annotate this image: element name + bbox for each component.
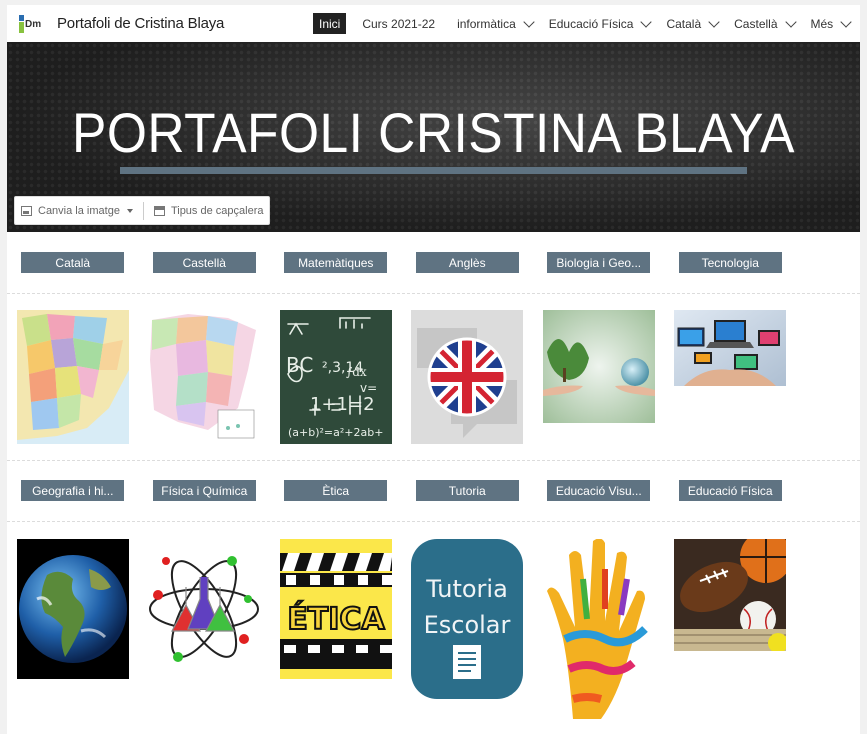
svg-text:1+1=2: 1+1=2 xyxy=(310,394,375,415)
subject-button-angles[interactable]: Anglès xyxy=(415,252,519,273)
ethics-clapperboard-image[interactable]: ÉTICA xyxy=(279,539,392,679)
chemistry-flasks-image[interactable] xyxy=(148,539,261,679)
sports-balls-image[interactable] xyxy=(674,539,787,651)
math-chalkboard-image[interactable]: BC ²,3,14 ∫dx 1+1=2 (a+b)²=a²+2ab+ v= xyxy=(279,310,392,444)
subject-button-etica[interactable]: Ètica xyxy=(284,480,388,501)
painted-hand-image[interactable] xyxy=(542,539,655,721)
nav-item-mes[interactable]: Més xyxy=(811,13,852,34)
page-frame: Dm Portafoli de Cristina Blaya Inici Cur… xyxy=(7,5,860,734)
header-type-button[interactable]: Tipus de capçalera xyxy=(153,205,263,217)
subject-button-castella[interactable]: Castellà xyxy=(152,252,256,273)
nav-item-inici[interactable]: Inici xyxy=(313,13,347,34)
biology-hands-image[interactable] xyxy=(542,310,655,423)
svg-text:∫dx: ∫dx xyxy=(346,365,367,379)
site-logo-icon[interactable]: Dm xyxy=(17,13,45,35)
nav-item-curs[interactable]: Curs 2021-22 xyxy=(362,13,435,34)
svg-text:BC: BC xyxy=(286,353,313,377)
nav-item-catala[interactable]: Català xyxy=(666,13,720,34)
section-divider xyxy=(7,521,860,522)
subject-button-matematiques[interactable]: Matemàtiques xyxy=(284,252,388,273)
nav-item-informatica[interactable]: informàtica xyxy=(457,13,535,34)
toolbar-divider xyxy=(142,201,144,220)
main-menu: Inici Curs 2021-22 informàtica Educació … xyxy=(313,13,852,34)
section-divider xyxy=(7,293,860,294)
tutoria-escolar-image[interactable]: Tutoria Escolar xyxy=(411,539,524,699)
site-title[interactable]: Portafoli de Cristina Blaya xyxy=(57,15,224,32)
subject-button-educacio-fisica[interactable]: Educació Física xyxy=(678,480,782,501)
subject-button-educacio-visual[interactable]: Educació Visu... xyxy=(547,480,651,501)
english-flag-image[interactable] xyxy=(411,310,524,444)
chevron-down-icon[interactable] xyxy=(840,16,852,28)
subject-images-row-2: ÉTICA Tutoria Escolar xyxy=(7,539,860,721)
change-image-button[interactable]: Canvia la imatge xyxy=(21,205,133,217)
technology-devices-image[interactable] xyxy=(674,310,787,386)
chevron-down-icon[interactable] xyxy=(523,16,535,28)
section-divider xyxy=(7,460,860,461)
subject-button-tutoria[interactable]: Tutoria xyxy=(415,480,519,501)
subject-button-biologia[interactable]: Biologia i Geo... xyxy=(547,252,651,273)
subject-images-row-1: BC ²,3,14 ∫dx 1+1=2 (a+b)²=a²+2ab+ v= xyxy=(7,310,860,444)
top-navigation: Dm Portafoli de Cristina Blaya Inici Cur… xyxy=(7,5,860,42)
subject-button-geografia[interactable]: Geografia i hi... xyxy=(21,480,125,501)
subject-buttons-row-2: Geografia i hi... Física i Química Ètica… xyxy=(7,480,860,501)
tutoria-image-line1: Tutoria xyxy=(425,575,508,603)
chevron-down-icon[interactable] xyxy=(640,16,653,28)
chevron-down-icon[interactable] xyxy=(784,16,797,28)
catalonia-map-image[interactable] xyxy=(16,310,129,444)
svg-text:Dm: Dm xyxy=(25,19,41,30)
subject-button-fisica-quimica[interactable]: Física i Química xyxy=(152,480,256,501)
image-icon xyxy=(21,205,32,216)
chevron-down-icon[interactable] xyxy=(708,16,720,28)
earth-globe-image[interactable] xyxy=(16,539,129,679)
etica-image-text: ÉTICA xyxy=(287,601,385,637)
spain-map-image[interactable] xyxy=(148,310,261,444)
subject-button-catala[interactable]: Català xyxy=(21,252,125,273)
hero-header: PORTAFOLI CRISTINA BLAYA Canvia la imatg… xyxy=(7,42,860,232)
svg-text:(a+b)²=a²+2ab+: (a+b)²=a²+2ab+ xyxy=(288,426,383,439)
nav-item-educacio-fisica[interactable]: Educació Física xyxy=(549,13,653,34)
hero-title: PORTAFOLI CRISTINA BLAYA xyxy=(72,101,795,164)
header-toolbar: Canvia la imatge Tipus de capçalera xyxy=(14,196,271,225)
header-layout-icon xyxy=(153,205,165,216)
nav-item-castella[interactable]: Castellà xyxy=(734,13,797,34)
subject-buttons-row-1: Català Castellà Matemàtiques Anglès Biol… xyxy=(7,252,860,273)
svg-text:v=: v= xyxy=(360,381,377,395)
tutoria-image-line2: Escolar xyxy=(424,611,511,639)
caret-down-icon xyxy=(126,208,133,213)
subject-button-tecnologia[interactable]: Tecnologia xyxy=(678,252,782,273)
hero-underline xyxy=(120,167,747,174)
